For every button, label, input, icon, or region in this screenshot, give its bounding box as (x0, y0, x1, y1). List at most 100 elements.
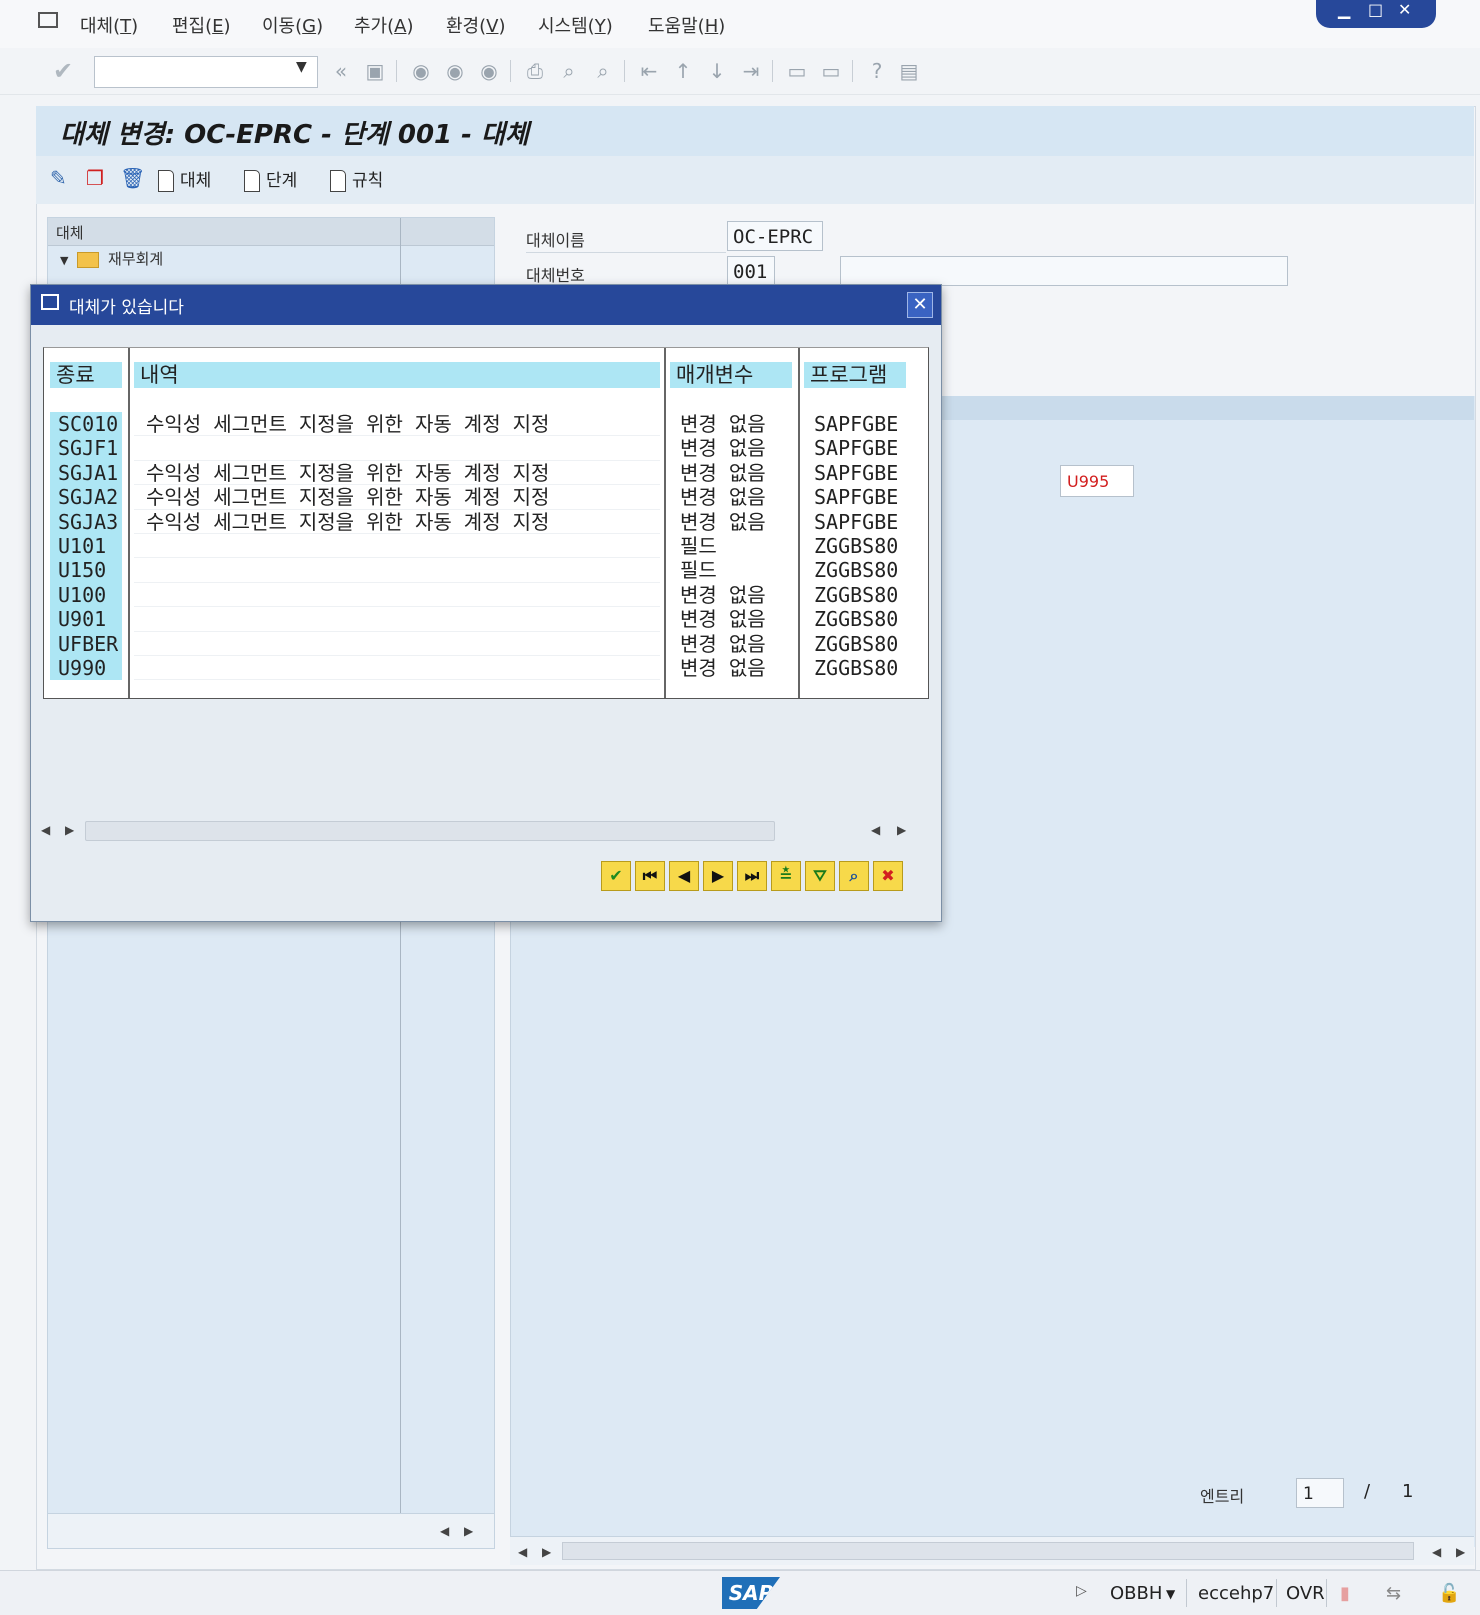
scroll-track[interactable] (562, 1542, 1414, 1560)
cell-exit[interactable]: U150 (58, 558, 124, 582)
next-page-icon[interactable]: ↓ (704, 58, 730, 84)
expand-triangle-icon[interactable]: ▼ (60, 254, 68, 267)
column-header-parameter[interactable]: 매개변수 (670, 362, 792, 388)
scroll-right-icon[interactable]: ▶ (897, 823, 906, 837)
tree-scrollbar[interactable]: ◀ ▶ (48, 1513, 494, 1548)
entry-current-field[interactable]: 1 (1296, 1478, 1344, 1508)
cell-exit[interactable]: UFBER (58, 632, 124, 656)
tree-node-financial-accounting[interactable]: ▼ 재무회계 (60, 248, 163, 269)
dialog-horizontal-scrollbar[interactable]: ◀ ▶ ◀ ▶ (31, 817, 941, 843)
display-change-icon[interactable]: ✎ (50, 166, 67, 190)
maximize-icon[interactable]: □ (1368, 0, 1383, 19)
substitution-exits-dialog: 대체가 있습니다 ✕ 종료 내역 매개변수 프로그램 SC010 수익성 세그먼트… (30, 284, 942, 922)
confirm-check-icon[interactable]: ✔ (601, 861, 631, 891)
cell-exit[interactable]: SGJA1 (58, 461, 124, 485)
substitution-description-field[interactable] (840, 256, 1288, 286)
scroll-track[interactable] (85, 821, 775, 841)
column-header-exit[interactable]: 종료 (50, 362, 122, 388)
cell-exit[interactable]: SGJA2 (58, 485, 124, 509)
cell-parameter: 변경 없음 (680, 485, 766, 510)
menu-environment[interactable]: 환경(V) (446, 12, 506, 38)
delete-icon[interactable]: 🗑 (120, 166, 145, 190)
scroll-right-icon[interactable]: ▶ (65, 823, 74, 837)
message-icon[interactable]: ▮ (1340, 1583, 1350, 1604)
system-menu-icon[interactable] (38, 12, 58, 28)
cell-exit[interactable]: SGJA3 (58, 510, 124, 534)
enter-check-icon[interactable]: ✔ (50, 58, 76, 84)
first-page-icon[interactable]: ⇤ (636, 58, 662, 84)
copy-icon[interactable]: ❐ (86, 166, 104, 190)
exit-field[interactable]: U995 (1060, 465, 1134, 497)
substitution-name-label: 대체이름 (526, 231, 585, 250)
new-substitution-button[interactable]: 대체 (158, 166, 211, 192)
substitution-name-field[interactable]: OC-EPRC (727, 221, 823, 251)
cell-program: SAPFGBE (814, 412, 899, 436)
last-page-icon[interactable]: ⏭ (737, 861, 767, 891)
play-triangle-icon[interactable]: ▷ (1076, 1583, 1087, 1599)
find-icon[interactable]: ⌕ (556, 58, 582, 84)
column-header-description[interactable]: 내역 (134, 362, 660, 388)
chevron-down-icon[interactable]: ▼ (1166, 1587, 1175, 1601)
cell-description (146, 558, 660, 582)
first-page-icon[interactable]: ⏮ (635, 861, 665, 891)
cancel-icon[interactable]: ✖ (873, 861, 903, 891)
find-next-icon[interactable]: ⌕ (590, 58, 616, 84)
print-icon[interactable]: ⎙ (522, 58, 548, 84)
substitution-number-field[interactable]: 001 (727, 256, 775, 286)
scroll-left-icon[interactable]: ◀ (41, 823, 50, 837)
scroll-left-icon[interactable]: ◀ (440, 1524, 449, 1538)
column-header-program[interactable]: 프로그램 (804, 362, 906, 388)
cell-exit[interactable]: SC010 (58, 412, 124, 436)
dialog-title: 대체가 있습니다 (69, 298, 184, 318)
scroll-right-icon[interactable]: ▶ (464, 1524, 473, 1538)
close-window-icon[interactable]: ✕ (1398, 0, 1411, 19)
menu-help[interactable]: 도움말(H) (648, 12, 725, 38)
scroll-right-icon[interactable]: ▶ (1456, 1545, 1465, 1559)
minimize-icon[interactable]: ▁ (1338, 0, 1350, 19)
exit-icon[interactable]: ◉ (442, 58, 468, 84)
previous-page-icon[interactable]: ↑ (670, 58, 696, 84)
back-icon[interactable]: ◉ (408, 58, 434, 84)
last-page-icon[interactable]: ⇥ (738, 58, 764, 84)
window-controls: ▁ □ ✕ (1316, 0, 1436, 28)
connection-icon[interactable]: ⇆ (1386, 1583, 1401, 1604)
next-icon[interactable]: ▶ (703, 861, 733, 891)
cell-exit[interactable]: U101 (58, 534, 124, 558)
menu-edit[interactable]: 편집(E) (172, 12, 231, 38)
server-name: eccehp7 (1198, 1583, 1275, 1604)
scroll-left-icon[interactable]: ◀ (871, 823, 880, 837)
double-left-icon[interactable]: « (328, 58, 354, 84)
menu-goto[interactable]: 이동(G) (262, 12, 323, 38)
command-field[interactable] (94, 56, 318, 88)
cell-exit[interactable]: U100 (58, 583, 124, 607)
cancel-icon[interactable]: ◉ (476, 58, 502, 84)
cell-exit[interactable]: U901 (58, 607, 124, 631)
previous-icon[interactable]: ◀ (669, 861, 699, 891)
scroll-left-icon[interactable]: ◀ (518, 1545, 527, 1559)
menu-substitution[interactable]: 대체(T) (80, 12, 138, 38)
scroll-right-icon[interactable]: ▶ (542, 1545, 551, 1559)
exits-grid: 종료 내역 매개변수 프로그램 SC010 수익성 세그먼트 지정을 위한 자동 … (43, 347, 929, 699)
lock-icon[interactable]: 🔓 (1438, 1583, 1460, 1604)
cell-description (146, 534, 660, 558)
dialog-title-bar: 대체가 있습니다 ✕ (31, 285, 941, 325)
scroll-left-icon[interactable]: ◀ (1432, 1545, 1441, 1559)
sort-ascending-icon[interactable]: ≛ (771, 861, 801, 891)
menu-system[interactable]: 시스템(Y) (538, 12, 613, 38)
save-icon[interactable]: ▣ (362, 58, 388, 84)
cell-exit[interactable]: SGJF1 (58, 436, 124, 460)
layout-icon[interactable]: ▤ (896, 58, 922, 84)
right-horizontal-scrollbar[interactable]: ◀ ▶ ◀ ▶ (510, 1536, 1474, 1565)
new-session-icon[interactable]: ▭ (784, 58, 810, 84)
help-icon[interactable]: ? (864, 58, 890, 84)
filter-icon[interactable]: ⛛ (805, 861, 835, 891)
menu-extras[interactable]: 추가(A) (354, 12, 414, 38)
shortcut-icon[interactable]: ▭ (818, 58, 844, 84)
chevron-down-icon[interactable]: ▼ (296, 59, 307, 75)
cell-exit[interactable]: U990 (58, 656, 124, 680)
new-rule-button[interactable]: 규칙 (330, 166, 383, 192)
close-icon[interactable]: ✕ (907, 292, 933, 318)
cell-description (146, 436, 660, 460)
find-icon[interactable]: ⌕ (839, 861, 869, 891)
new-step-button[interactable]: 단계 (244, 166, 297, 192)
